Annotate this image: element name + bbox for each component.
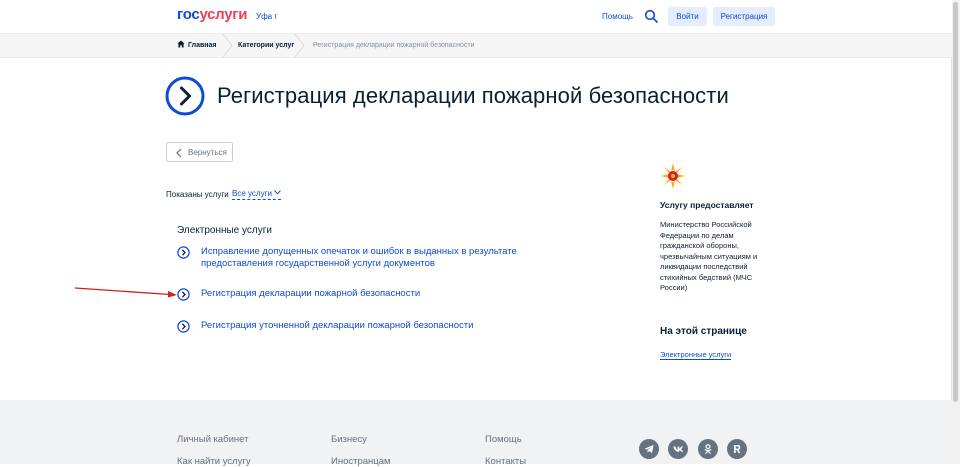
breadcrumb-separator [294,34,305,57]
mchs-emblem-icon [661,163,685,189]
scrollbar[interactable] [951,0,960,464]
footer-link-foreigners[interactable]: Иностранцам [331,456,391,467]
breadcrumb: Главная Категории услуг Регистрация декл… [0,33,952,58]
chevron-circle-icon [177,288,190,301]
provider-name: Министерство Российской Федерации по дел… [660,220,758,292]
scrollbar-thumb[interactable] [953,2,958,402]
footer-link-how-to-find-service[interactable]: Как найти услугу [177,456,251,467]
footer-link-business[interactable]: Бизнесу [331,434,367,445]
rutube-icon[interactable] [727,439,747,459]
breadcrumb-categories[interactable]: Категории услуг [238,34,294,57]
help-link[interactable]: Помощь [602,12,633,21]
footer-link-contacts[interactable]: Контакты [485,456,526,467]
on-this-page-link-electronic-services[interactable]: Электронные услуги [660,350,732,360]
annotation-arrow [74,287,177,298]
services-filter-dropdown[interactable]: Все услуги [232,189,281,200]
service-link-text[interactable]: Регистрация уточненной декларации пожарн… [201,320,581,332]
register-button[interactable]: Регистрация [713,7,775,26]
section-heading-electronic-services: Электронные услуги [177,225,272,236]
breadcrumb-home[interactable]: Главная [177,34,216,57]
filter-label: Показаны услуги [166,190,229,199]
chevron-circle-icon [165,76,205,116]
vk-icon[interactable] [668,439,688,459]
footer-link-personal-account[interactable]: Личный кабинет [177,434,248,445]
on-this-page-heading: На этой странице [660,326,747,337]
footer-link-help[interactable]: Помощь [485,434,522,445]
chevron-circle-icon [177,246,190,259]
search-icon[interactable] [644,9,658,23]
service-link-text[interactable]: Исправление допущенных опечаток и ошибок… [201,246,581,270]
page-title: Регистрация декларации пожарной безопасн… [217,83,729,108]
login-button[interactable]: Войти [668,7,707,26]
chevron-down-icon [274,190,281,195]
breadcrumb-separator [222,34,233,57]
back-button[interactable]: Вернуться [166,142,233,162]
home-icon [177,40,185,48]
site-header: госуслуги Уфа г Помощь Войти Регистрация [0,0,952,33]
service-link-text[interactable]: Регистрация декларации пожарной безопасн… [201,288,581,300]
chevron-circle-icon [177,320,190,333]
odnoklassniki-icon[interactable] [698,439,718,459]
chevron-left-icon [176,148,182,158]
city-selector[interactable]: Уфа г [256,12,277,21]
site-footer: Личный кабинет Бизнесу Помощь Как найти … [0,400,952,467]
provider-heading: Услугу предоставляет [660,200,754,210]
breadcrumb-current: Регистрация декларации пожарной безопасн… [313,42,475,49]
telegram-icon[interactable] [639,439,659,459]
gosuslugi-logo[interactable]: госуслуги [177,6,247,23]
